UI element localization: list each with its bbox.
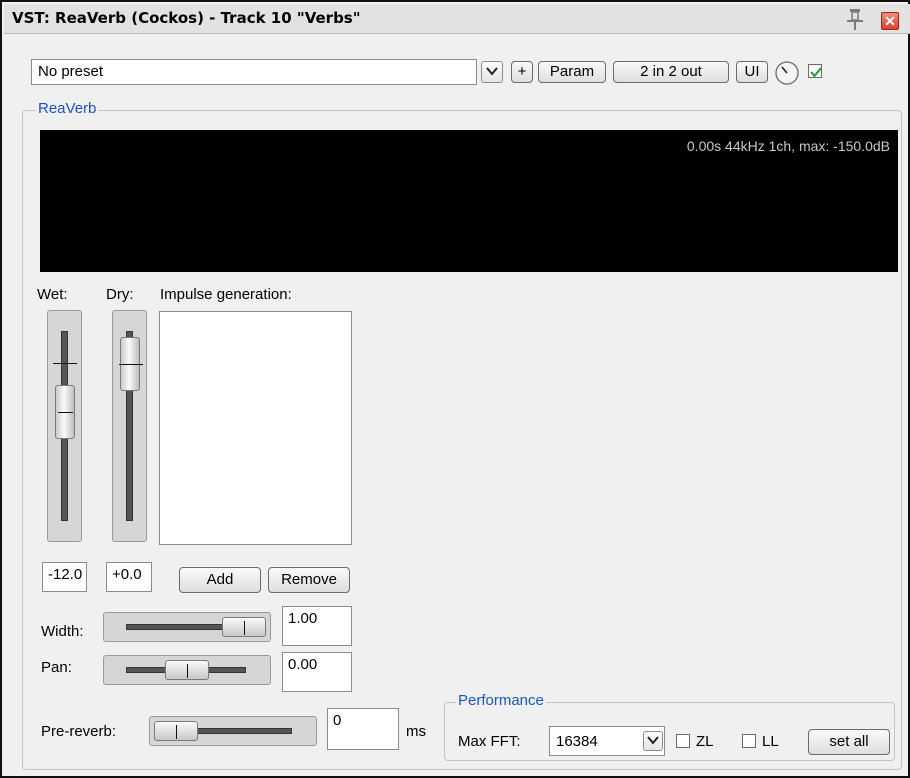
impulse-generation-label: Impulse generation: — [160, 286, 292, 303]
remove-button[interactable]: Remove — [268, 567, 350, 593]
ll-label: LL — [762, 733, 779, 750]
width-slider-thumb[interactable] — [222, 617, 266, 637]
window-title: VST: ReaVerb (Cockos) - Track 10 "Verbs" — [12, 9, 361, 27]
width-value-field[interactable]: 1.00 — [282, 606, 352, 646]
zl-checkbox[interactable] — [676, 734, 690, 748]
performance-group-label: Performance — [456, 692, 546, 709]
pin-icon[interactable] — [844, 7, 866, 31]
wet-fader-zero-tick — [53, 363, 77, 364]
maxfft-chevron-down-icon[interactable] — [643, 731, 663, 751]
impulse-display: 0.00s 44kHz 1ch, max: -150.0dB — [40, 130, 898, 272]
reaverb-group-label: ReaVerb — [36, 100, 99, 117]
dry-value-field[interactable]: +0.0 — [106, 562, 152, 592]
chevron-down-icon[interactable] — [481, 61, 503, 83]
maxfft-label: Max FFT: — [458, 733, 521, 750]
pan-label: Pan: — [41, 659, 72, 676]
dry-label: Dry: — [106, 286, 134, 303]
pan-slider[interactable] — [103, 655, 271, 685]
maxfft-select[interactable]: 16384 — [549, 726, 665, 756]
wet-label: Wet: — [37, 286, 68, 303]
param-button[interactable]: Param — [538, 61, 606, 83]
title-bar[interactable]: VST: ReaVerb (Cockos) - Track 10 "Verbs"… — [4, 4, 910, 34]
ll-checkbox[interactable] — [742, 734, 756, 748]
wet-value-field[interactable]: -12.0 — [42, 562, 87, 592]
pan-slider-thumb[interactable] — [165, 660, 209, 680]
set-all-button[interactable]: set all — [808, 729, 890, 755]
prereverb-label: Pre-reverb: — [41, 723, 117, 740]
wet-fader[interactable] — [47, 310, 82, 542]
prereverb-slider[interactable] — [149, 716, 317, 746]
preset-value: No preset — [38, 63, 104, 80]
dry-fader[interactable] — [112, 310, 147, 542]
bypass-checkbox[interactable] — [808, 64, 822, 78]
zl-label: ZL — [696, 733, 714, 750]
io-button[interactable]: 2 in 2 out — [613, 61, 729, 83]
preset-combo[interactable]: No preset — [31, 59, 477, 85]
impulse-list[interactable] — [159, 311, 352, 545]
width-slider[interactable] — [103, 612, 271, 642]
prereverb-slider-thumb[interactable] — [154, 721, 198, 741]
plugin-window: VST: ReaVerb (Cockos) - Track 10 "Verbs"… — [0, 0, 910, 778]
close-button[interactable]: ✕ — [881, 12, 899, 30]
prereverb-value-field[interactable]: 0 — [327, 708, 399, 750]
wet-fader-thumb[interactable] — [55, 385, 75, 439]
width-label: Width: — [41, 623, 84, 640]
impulse-info: 0.00s 44kHz 1ch, max: -150.0dB — [686, 138, 890, 154]
add-preset-button[interactable]: + — [511, 61, 533, 83]
ui-button[interactable]: UI — [736, 61, 768, 83]
wet-knob-icon[interactable] — [774, 60, 800, 86]
dry-fader-thumb[interactable] — [119, 337, 143, 391]
add-button[interactable]: Add — [179, 567, 261, 593]
prereverb-unit: ms — [406, 723, 426, 740]
pan-value-field[interactable]: 0.00 — [282, 652, 352, 692]
maxfft-value: 16384 — [556, 733, 598, 750]
